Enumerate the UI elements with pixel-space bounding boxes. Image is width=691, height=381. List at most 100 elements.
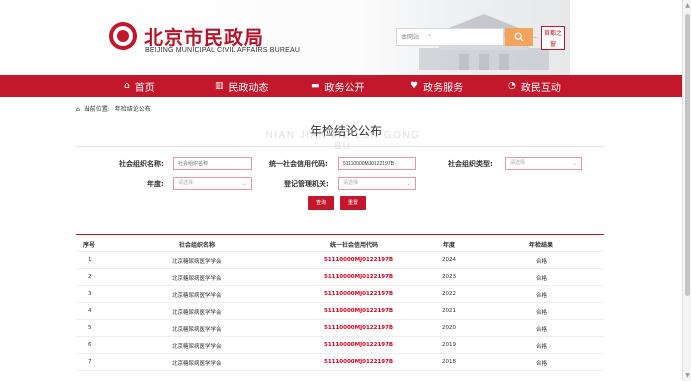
row-number: 6 <box>88 342 92 348</box>
search-input[interactable] <box>437 31 501 43</box>
row-credit-code: 51110000MJ0122197B <box>324 359 394 365</box>
site-name-cn[interactable]: 北京市民政局 <box>144 23 264 50</box>
table-header-org-name: 社会组织名称 <box>179 242 216 249</box>
nav-item-label: 民政动态 <box>228 82 269 94</box>
reset-button[interactable]: 重置 <box>340 196 366 210</box>
row-year: 2018 <box>442 359 456 365</box>
row-credit-code: 51110000MJ0122197B <box>324 342 394 348</box>
table-header-result: 年检结果 <box>529 242 554 249</box>
row-credit-code: 51110000MJ0122197B <box>324 308 394 314</box>
nav-item-interaction[interactable]: ◔ 政民互动 <box>508 75 561 97</box>
chat-icon: ◔ <box>508 81 516 91</box>
row-result: 合格 <box>536 259 548 265</box>
nav-item-news[interactable]: ▥ 民政动态 <box>215 75 269 97</box>
nav-item-services[interactable]: ♥ 政务服务 <box>410 75 463 97</box>
divider <box>76 146 604 147</box>
row-credit-code: 51110000MJ0122197B <box>324 291 394 297</box>
credit-code-input[interactable] <box>338 157 416 170</box>
authority-select-value: 请选择 <box>343 180 359 186</box>
table-row[interactable]: 3 北京糖尿病医学学会 51110000MJ0122197B 2022 合格 <box>76 286 604 303</box>
table-row[interactable]: 1 北京糖尿病医学学会 51110000MJ0122197B 2024 合格 <box>76 252 604 269</box>
home-icon: ⌂ <box>124 81 130 91</box>
seal-text: 首都之窗 <box>543 30 562 48</box>
home-icon: ⌂ <box>76 106 80 113</box>
heart-icon: ♥ <box>410 81 419 91</box>
year-select[interactable]: 请选择 ⌄ <box>173 177 252 190</box>
row-number: 7 <box>88 359 92 365</box>
table-row[interactable]: 5 北京糖尿病医学学会 51110000MJ0122197B 2020 合格 <box>76 320 604 337</box>
table-row[interactable]: 4 北京糖尿病医学学会 51110000MJ0122197B 2021 合格 <box>76 303 604 320</box>
row-credit-code: 51110000MJ0122197B <box>324 257 394 263</box>
table-row[interactable]: 2 北京糖尿病医学学会 51110000MJ0122197B 2023 合格 <box>76 269 604 286</box>
breadcrumb: ⌂ 当前位置: 年检结论公布 <box>76 104 151 113</box>
year-select-value: 请选择 <box>178 180 194 186</box>
row-result: 合格 <box>536 293 548 299</box>
row-year: 2023 <box>442 274 456 280</box>
authority-select[interactable]: 请选择 ⌄ <box>338 177 416 190</box>
row-org-name: 北京糖尿病医学学会 <box>172 293 222 299</box>
org-type-label: 社会组织类型: <box>448 160 493 168</box>
table-header-no: 序号 <box>83 242 96 249</box>
scrollbar-thumb[interactable] <box>685 14 690 296</box>
row-number: 4 <box>88 308 92 314</box>
table-top-border <box>76 234 604 235</box>
row-org-name: 北京糖尿病医学学会 <box>172 361 222 367</box>
nav-item-label: 政务公开 <box>324 82 365 94</box>
row-result: 合格 <box>536 276 548 282</box>
scroll-up-arrow-icon[interactable]: ▲ <box>684 2 691 9</box>
vertical-scrollbar[interactable]: ▲ ▼ <box>682 0 691 381</box>
chevron-down-icon: ⌄ <box>571 160 577 167</box>
search-scope-select[interactable]: 本网站 <box>401 32 419 41</box>
nav-item-home[interactable]: ⌂ 首页 <box>124 75 155 97</box>
query-button[interactable]: 查询 <box>308 196 334 210</box>
table-header-credit-code: 统一社会信用代码 <box>330 242 379 249</box>
capital-window-seal-logo[interactable]: 首都之窗 <box>541 26 565 50</box>
breadcrumb-prefix: 当前位置: <box>83 106 110 113</box>
authority-label: 登记管理机关: <box>284 180 329 188</box>
row-year: 2020 <box>442 325 456 331</box>
row-credit-code: 51110000MJ0122197B <box>324 325 394 331</box>
nav-item-label: 政务服务 <box>423 82 464 94</box>
row-result: 合格 <box>536 361 548 367</box>
site-name-en: BEIJING MUNICIPAL CIVIL AFFAIRS BUREAU <box>145 47 301 54</box>
row-number: 3 <box>88 291 92 297</box>
main-nav: ⌂ 首页 ▥ 民政动态 ▬ 政务公开 ♥ 政务服务 ◔ 政民互动 <box>0 75 682 97</box>
org-name-label: 社会组织名称: <box>119 160 164 168</box>
row-org-name: 北京糖尿病医学学会 <box>172 327 222 333</box>
breadcrumb-current[interactable]: 年检结论公布 <box>115 106 151 113</box>
org-type-select-value: 请选择 <box>510 160 526 166</box>
chevron-down-icon: ⌄ <box>405 180 411 187</box>
row-number: 5 <box>88 325 92 331</box>
row-org-name: 北京糖尿病医学学会 <box>172 259 222 265</box>
row-result: 合格 <box>536 344 548 350</box>
search-box: 本网站 ⌄ <box>396 28 504 46</box>
chevron-down-icon: ⌄ <box>241 180 247 187</box>
bureau-logo-icon[interactable] <box>109 22 137 50</box>
row-year: 2019 <box>442 342 456 348</box>
row-year: 2021 <box>442 308 456 314</box>
org-type-select[interactable]: 请选择 ⌄ <box>505 157 582 170</box>
nav-item-label: 政民互动 <box>520 82 561 94</box>
credit-code-label: 统一社会信用代码: <box>269 160 328 168</box>
row-org-name: 北京糖尿病医学学会 <box>172 276 222 282</box>
nav-item-open-affairs[interactable]: ▬ 政务公开 <box>311 75 365 97</box>
chevron-down-icon[interactable]: ⌄ <box>427 31 432 38</box>
search-button[interactable] <box>505 28 533 46</box>
row-result: 合格 <box>536 310 548 316</box>
scroll-down-arrow-icon[interactable]: ▼ <box>684 372 691 379</box>
table-header-year: 年度 <box>443 242 456 249</box>
year-label: 年度: <box>147 180 164 188</box>
table-row[interactable]: 6 北京糖尿病医学学会 51110000MJ0122197B 2019 合格 <box>76 337 604 354</box>
org-name-input[interactable] <box>173 157 252 170</box>
row-number: 2 <box>88 274 92 280</box>
table-row[interactable]: 7 北京糖尿病医学学会 51110000MJ0122197B 2018 合格 <box>76 354 604 371</box>
monitor-icon: ▬ <box>311 81 320 91</box>
row-org-name: 北京糖尿病医学学会 <box>172 344 222 350</box>
building-icon: ▥ <box>215 81 224 91</box>
row-org-name: 北京糖尿病医学学会 <box>172 310 222 316</box>
row-credit-code: 51110000MJ0122197B <box>324 274 394 280</box>
row-year: 2024 <box>442 257 456 263</box>
page-title: 年检结论公布 <box>309 124 382 138</box>
row-result: 合格 <box>536 327 548 333</box>
nav-item-label: 首页 <box>134 82 155 94</box>
